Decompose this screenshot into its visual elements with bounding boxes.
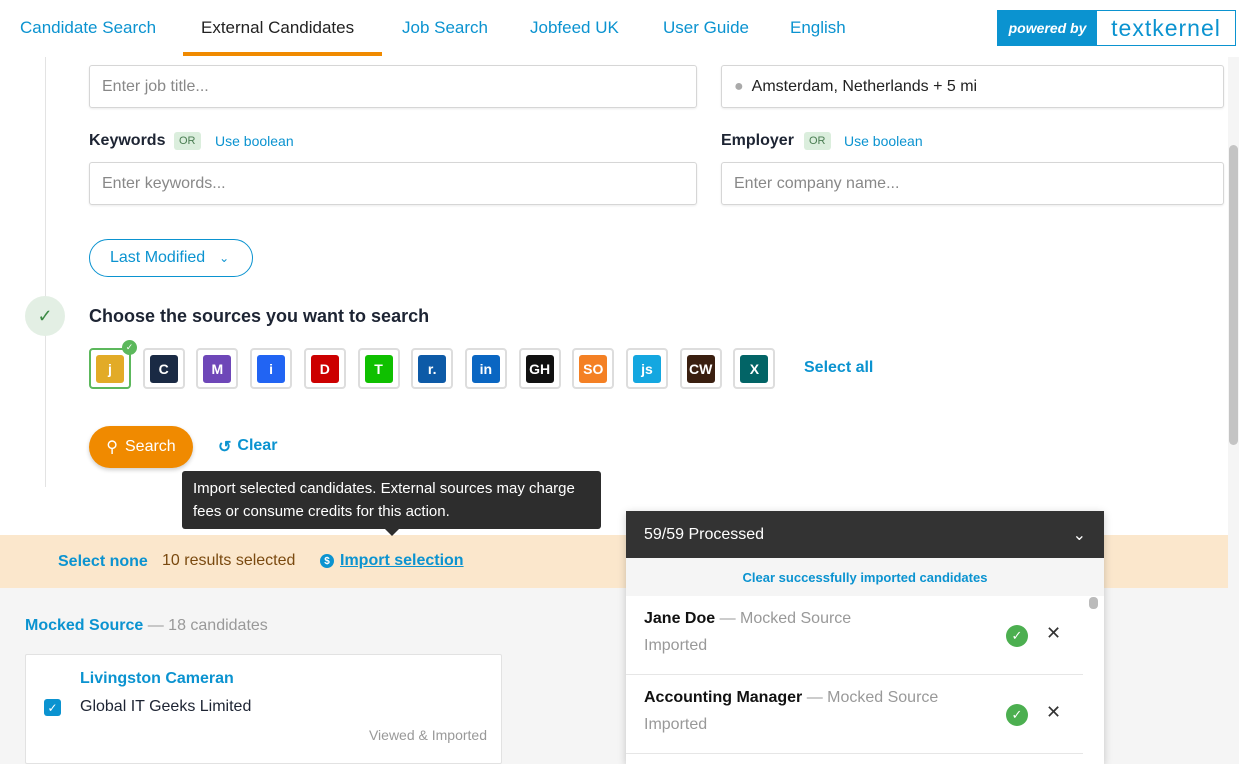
github-icon: GH <box>525 354 554 383</box>
clear-label: Clear <box>237 437 278 454</box>
active-tab-indicator <box>183 52 382 56</box>
search-icon: ⚲ <box>106 439 118 456</box>
chevron-down-icon[interactable]: ⌄ <box>1073 525 1086 545</box>
keywords-or-badge: OR <box>174 132 201 150</box>
tab-user-guide[interactable]: User Guide <box>663 18 749 38</box>
employer-input[interactable]: Enter company name... <box>721 162 1224 205</box>
xing-icon: X <box>740 354 769 383</box>
panel-title: 59/59 Processed <box>644 525 765 543</box>
import-selection-link[interactable]: $ Import selection <box>320 552 464 570</box>
import-row-name: Jane Doe <box>644 610 716 627</box>
tab-external-candidates[interactable]: External Candidates <box>201 18 354 38</box>
tab-jobfeed-uk[interactable]: Jobfeed UK <box>530 18 619 38</box>
undo-icon: ↺ <box>218 439 232 456</box>
import-tooltip: Import selected candidates. External sou… <box>182 471 601 536</box>
selected-check-icon: ✓ <box>122 340 137 355</box>
select-all-link[interactable]: Select all <box>804 359 873 377</box>
location-input[interactable]: ● Amsterdam, Netherlands + 5 mi <box>721 65 1224 108</box>
import-selection-label: Import selection <box>340 552 464 569</box>
source-jobserve-button[interactable]: js <box>626 348 668 389</box>
careerbuilder-icon: C <box>149 354 178 383</box>
source-totaljobs-button[interactable]: T <box>357 348 400 389</box>
cwjobs-icon: CW <box>686 354 715 383</box>
source-stackoverflow-button[interactable]: SO <box>572 348 615 389</box>
sort-dropdown[interactable]: Last Modified ⌄ <box>89 239 253 277</box>
candidate-count: — 18 candidates <box>147 617 268 634</box>
keywords-label: Keywords <box>89 132 166 149</box>
tab-job-search[interactable]: Job Search <box>402 18 488 38</box>
language-selector[interactable]: English <box>790 18 846 38</box>
clear-button[interactable]: ↺ Clear <box>218 437 277 457</box>
select-none-link[interactable]: Select none <box>58 553 148 571</box>
import-row-source: — Mocked Source <box>719 610 852 627</box>
candidate-status: Viewed & Imported <box>368 727 487 743</box>
import-row-source: — Mocked Source <box>806 689 939 706</box>
job-title-input[interactable]: Enter job title... <box>89 65 697 108</box>
close-icon[interactable]: ✕ <box>1046 702 1061 723</box>
import-row-status: Imported <box>644 716 708 733</box>
import-row: Jane Doe — Mocked Source Imported ✓ ✕ <box>626 596 1083 675</box>
employer-use-boolean-link[interactable]: Use boolean <box>844 133 923 149</box>
close-icon[interactable]: ✕ <box>1046 623 1061 644</box>
employer-label: Employer <box>721 132 794 149</box>
stackoverflow-icon: SO <box>579 354 608 383</box>
monster-icon: M <box>203 354 232 383</box>
import-progress-panel: 59/59 Processed ⌄ Clear successfully imp… <box>626 511 1104 764</box>
import-row-status: Imported <box>644 637 708 654</box>
page-scrollbar-thumb[interactable] <box>1229 145 1238 445</box>
dollar-icon: $ <box>320 554 334 568</box>
linkedin-icon: in <box>471 354 500 383</box>
source-reed-button[interactable]: r. <box>411 348 454 389</box>
sources-title: Choose the sources you want to search <box>89 306 430 326</box>
panel-scrollbar[interactable] <box>1089 597 1098 609</box>
panel-header[interactable]: 59/59 Processed ⌄ <box>626 511 1104 558</box>
source-linkedin-button[interactable]: in <box>464 348 507 389</box>
page-scrollbar-track[interactable] <box>1228 57 1239 764</box>
step-complete-check-icon: ✓ <box>25 296 65 336</box>
powered-by-label: powered by <box>998 11 1097 45</box>
selected-count: 10 results selected <box>162 552 296 569</box>
jobserve-icon: js <box>633 354 661 383</box>
reed-icon: r. <box>418 354 447 383</box>
powered-by-logo: powered by textkernel <box>997 10 1236 46</box>
import-row-name: Accounting Manager <box>644 689 803 706</box>
candidate-name-link[interactable]: Livingston Cameran <box>80 670 234 688</box>
search-label: Search <box>125 438 176 455</box>
results-source-header: Mocked Source — 18 candidates <box>25 617 268 635</box>
source-indeed-button[interactable]: i <box>250 348 293 389</box>
dice-icon: D <box>310 354 339 383</box>
source-monster-button[interactable]: M <box>196 348 239 389</box>
candidate-checkbox[interactable]: ✓ <box>44 699 61 716</box>
source-xing-button[interactable]: X <box>733 348 776 389</box>
source-dice-button[interactable]: D <box>303 348 346 389</box>
step-line <box>45 57 46 487</box>
jobboard-icon: j <box>96 354 124 383</box>
source-name[interactable]: Mocked Source <box>25 617 143 634</box>
tab-candidate-search[interactable]: Candidate Search <box>20 18 156 38</box>
brand-name: textkernel <box>1111 14 1221 41</box>
candidate-company: Global IT Geeks Limited <box>80 698 252 715</box>
search-button[interactable]: ⚲ Search <box>89 426 193 468</box>
source-jobboard-button[interactable]: j ✓ <box>89 340 137 389</box>
source-cwjobs-button[interactable]: CW <box>679 348 722 389</box>
chevron-down-icon: ⌄ <box>219 251 230 265</box>
indeed-icon: i <box>257 354 286 383</box>
keywords-use-boolean-link[interactable]: Use boolean <box>215 133 294 149</box>
source-careerbuilder-button[interactable]: C <box>142 348 185 389</box>
location-pin-icon: ● <box>734 77 744 95</box>
sort-label: Last Modified <box>110 249 206 266</box>
success-check-icon: ✓ <box>1006 704 1028 726</box>
clear-imported-link[interactable]: Clear successfully imported candidates <box>626 558 1104 596</box>
location-value: Amsterdam, Netherlands + 5 mi <box>751 77 978 95</box>
source-github-button[interactable]: GH <box>518 348 561 389</box>
import-row: Accounting Manager — Mocked Source Impor… <box>626 675 1083 754</box>
totaljobs-icon: T <box>364 354 393 383</box>
success-check-icon: ✓ <box>1006 625 1028 647</box>
candidate-card: Livingston Cameran ✓ Global IT Geeks Lim… <box>25 654 502 764</box>
employer-or-badge: OR <box>804 132 831 150</box>
keywords-input[interactable]: Enter keywords... <box>89 162 697 205</box>
